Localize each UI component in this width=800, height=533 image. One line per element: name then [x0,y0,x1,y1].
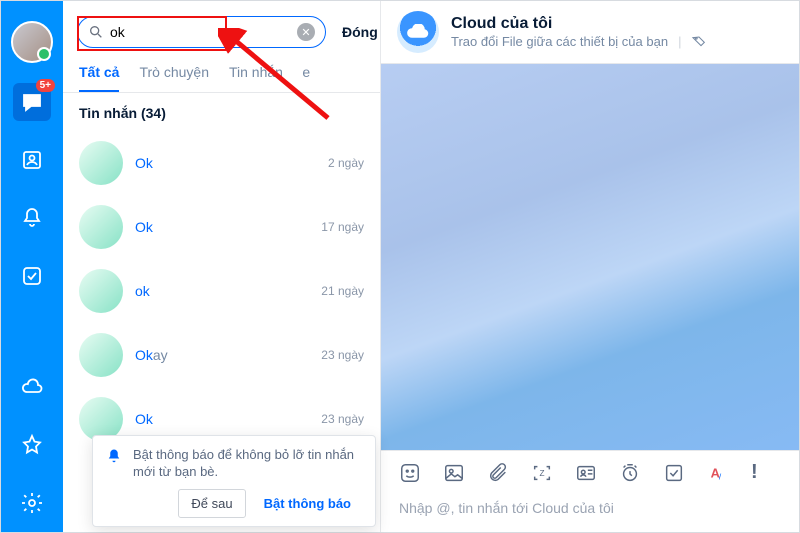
rail-messages[interactable]: 5+ [13,83,51,121]
screenshot-icon[interactable]: Z [531,462,553,484]
result-text: Ok [135,155,153,171]
result-item[interactable]: Okay 23 ngày [63,323,380,387]
result-avatar [79,205,123,249]
result-text: Ok [135,219,153,235]
result-time: 23 ngày [321,348,364,362]
format-icon[interactable]: A/ [707,462,729,484]
compose-toolbar: Z A/ ! [381,450,799,494]
result-item[interactable]: Ok 17 ngày [63,195,380,259]
sticker-icon[interactable] [399,462,421,484]
enable-notifications-card: Bật thông báo để không bỏ lỡ tin nhắn mớ… [92,435,376,527]
result-item[interactable]: Ok 2 ngày [63,131,380,195]
search-close-button[interactable]: Đóng [336,20,384,44]
rail-contacts[interactable] [13,141,51,179]
tab-messages[interactable]: Tin nhắn e [229,58,310,92]
tag-icon[interactable] [691,33,707,49]
result-text: ok [135,283,150,299]
search-icon [88,24,104,40]
conversation-header: Cloud của tôi Trao đổi File giữa các thi… [381,1,799,64]
notif-later-button[interactable]: Để sau [178,489,245,518]
clear-icon[interactable]: ✕ [297,23,315,41]
result-avatar [79,333,123,377]
unread-badge: 5+ [36,79,55,92]
svg-text:Z: Z [539,468,544,477]
rail-settings[interactable] [13,484,51,522]
conversation-title: Cloud của tôi [451,15,707,33]
bell-icon [105,448,123,466]
compose-input[interactable]: Nhập @, tin nhắn tới Cloud của tôi [381,494,799,532]
priority-icon[interactable]: ! [751,461,758,484]
result-item[interactable]: ok 21 ngày [63,259,380,323]
results-section-title: Tin nhắn (34) [63,93,380,131]
svg-text:/: / [719,472,722,481]
contact-card-icon[interactable] [575,462,597,484]
result-time: 21 ngày [321,284,364,298]
result-avatar [79,269,123,313]
conversation-panel: Cloud của tôi Trao đổi File giữa các thi… [381,1,799,532]
rail-notifications[interactable] [13,199,51,237]
result-text: Okay [135,347,168,363]
result-avatar [79,141,123,185]
nav-rail: 5+ [1,1,63,532]
search-box[interactable]: ✕ [77,16,326,48]
chat-background [381,64,799,450]
tab-chat[interactable]: Trò chuyện [139,58,209,92]
rail-cloud[interactable] [13,368,51,406]
user-avatar[interactable] [11,21,53,63]
cloud-avatar [397,11,439,53]
result-time: 23 ngày [321,412,364,426]
result-time: 2 ngày [328,156,364,170]
result-time: 17 ngày [321,220,364,234]
attach-icon[interactable] [487,462,509,484]
task-icon[interactable] [663,462,685,484]
notif-enable-button[interactable]: Bật thông báo [252,489,363,518]
notif-text: Bật thông báo để không bỏ lỡ tin nhắn mớ… [133,446,363,481]
search-tabs: Tất cả Trò chuyện Tin nhắn e [63,58,380,93]
tab-all[interactable]: Tất cả [79,58,119,92]
search-input[interactable] [110,24,291,40]
result-text: Ok [135,411,153,427]
conversation-subtitle: Trao đổi File giữa các thiết bị của bạn [451,34,668,49]
rail-star[interactable] [13,426,51,464]
rail-todo[interactable] [13,257,51,295]
image-icon[interactable] [443,462,465,484]
reminder-icon[interactable] [619,462,641,484]
